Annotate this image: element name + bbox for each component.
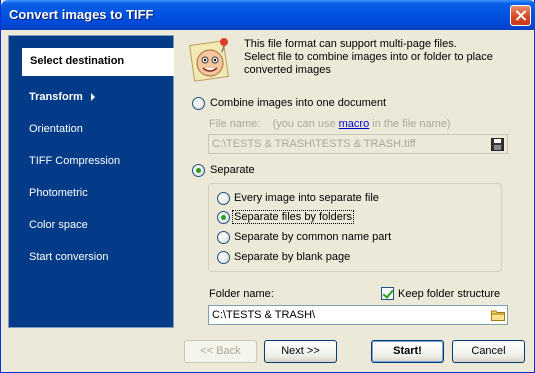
save-disk-icon[interactable] <box>491 138 504 151</box>
every-image-radio[interactable] <box>217 192 230 205</box>
separate-radio[interactable] <box>192 164 205 177</box>
file-name-input[interactable] <box>212 138 507 150</box>
note-mascot-icon <box>189 38 229 82</box>
cancel-button[interactable]: Cancel <box>452 340 525 363</box>
sidebar-item-start-conversion[interactable]: Start conversion <box>29 251 108 263</box>
file-name-hint-pre: (you can use <box>272 118 336 130</box>
title-bar[interactable]: Convert images to TIFF <box>1 0 535 30</box>
dialog-window: Convert images to TIFF Select destinatio… <box>0 0 535 373</box>
start-button[interactable]: Start! <box>371 340 444 363</box>
sidebar-item-tiff-compression[interactable]: TIFF Compression <box>29 155 120 167</box>
window-title: Convert images to TIFF <box>9 7 154 22</box>
combine-radio[interactable] <box>192 97 205 110</box>
combine-label[interactable]: Combine images into one document <box>210 97 386 109</box>
folder-name-field[interactable] <box>208 305 508 325</box>
sidebar-item-orientation[interactable]: Orientation <box>29 123 83 135</box>
info-text: This file format can support multi-page … <box>244 38 514 77</box>
keep-structure-label[interactable]: Keep folder structure <box>398 288 500 300</box>
back-button[interactable]: << Back <box>184 340 257 363</box>
by-folders-label[interactable]: Separate files by folders <box>232 210 355 224</box>
sidebar-item-transform[interactable]: Transform <box>29 91 95 103</box>
sidebar-item-color-space[interactable]: Color space <box>29 219 88 231</box>
file-name-label: File name: (you can use macro in the fil… <box>209 118 451 130</box>
macro-link[interactable]: macro <box>339 118 370 130</box>
info-line-1: This file format can support multi-page … <box>244 38 457 50</box>
close-button[interactable] <box>510 5 531 26</box>
file-name-field[interactable] <box>208 134 508 154</box>
info-line-3: converted images <box>244 64 331 76</box>
every-image-label[interactable]: Every image into separate file <box>234 192 379 204</box>
chevron-right-icon <box>90 93 95 101</box>
sidebar-item-select-destination[interactable]: Select destination <box>22 48 174 76</box>
folder-name-input[interactable] <box>212 309 507 321</box>
keep-structure-checkbox[interactable] <box>381 287 394 300</box>
file-name-hint-post: in the file name) <box>372 118 451 130</box>
wizard-sidebar: Select destination Transform Orientation… <box>8 35 174 328</box>
by-blank-page-label[interactable]: Separate by blank page <box>234 251 350 263</box>
folder-browse-icon[interactable] <box>491 309 505 321</box>
sidebar-item-label: Transform <box>29 91 83 103</box>
by-name-part-label[interactable]: Separate by common name part <box>234 231 391 243</box>
sidebar-item-photometric[interactable]: Photometric <box>29 187 88 199</box>
folder-name-label: Folder name: <box>209 288 274 300</box>
separate-label[interactable]: Separate <box>210 164 255 176</box>
file-name-label-text: File name: <box>209 118 261 130</box>
by-folders-radio[interactable] <box>217 211 230 224</box>
info-line-2: Select file to combine images into or fo… <box>244 51 493 63</box>
next-button[interactable]: Next >> <box>264 340 337 363</box>
by-name-part-radio[interactable] <box>217 231 230 244</box>
by-blank-page-radio[interactable] <box>217 251 230 264</box>
